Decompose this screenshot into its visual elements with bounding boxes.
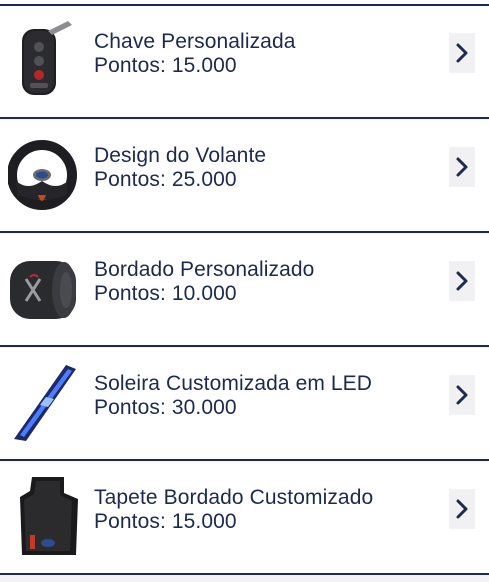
item-title: Tapete Bordado Customizado — [94, 486, 374, 509]
item-title: Chave Personalizada — [94, 30, 296, 53]
item-title: Soleira Customizada em LED — [94, 372, 373, 395]
chevron-right-icon[interactable] — [449, 261, 475, 301]
list-item-tapete-bordado-customizado[interactable]: Tapete Bordado Customizado Pontos: 15.00… — [0, 462, 489, 576]
car-key-icon — [8, 19, 82, 101]
item-points: Pontos: 15.000 — [94, 54, 237, 77]
embroidered-headrest-icon — [8, 247, 82, 329]
item-title: Design do Volante — [94, 144, 267, 167]
list-item-design-do-volante[interactable]: Design do Volante Pontos: 25.000 — [0, 120, 489, 234]
list-item-bordado-personalizado[interactable]: Bordado Personalizado Pontos: 10.000 — [0, 234, 489, 348]
floor-mat-icon — [8, 475, 82, 557]
led-sill-plate-icon — [8, 361, 82, 443]
item-points: Pontos: 10.000 — [94, 282, 237, 305]
chevron-right-icon[interactable] — [449, 375, 475, 415]
steering-wheel-icon — [8, 133, 82, 215]
chevron-right-icon[interactable] — [449, 33, 475, 73]
row-gap — [0, 575, 489, 582]
item-title: Bordado Personalizado — [94, 258, 315, 281]
list-item-soleira-customizada-em-led[interactable]: Soleira Customizada em LED Pontos: 30.00… — [0, 348, 489, 462]
item-points: Pontos: 15.000 — [94, 510, 237, 533]
list-item-chave-personalizada[interactable]: Chave Personalizada Pontos: 15.000 — [0, 6, 489, 120]
item-points: Pontos: 30.000 — [94, 396, 237, 419]
chevron-right-icon[interactable] — [449, 147, 475, 187]
rewards-list: Chave Personalizada Pontos: 15.000 Desig… — [0, 0, 489, 582]
item-points: Pontos: 25.000 — [94, 168, 237, 191]
chevron-right-icon[interactable] — [449, 489, 475, 529]
